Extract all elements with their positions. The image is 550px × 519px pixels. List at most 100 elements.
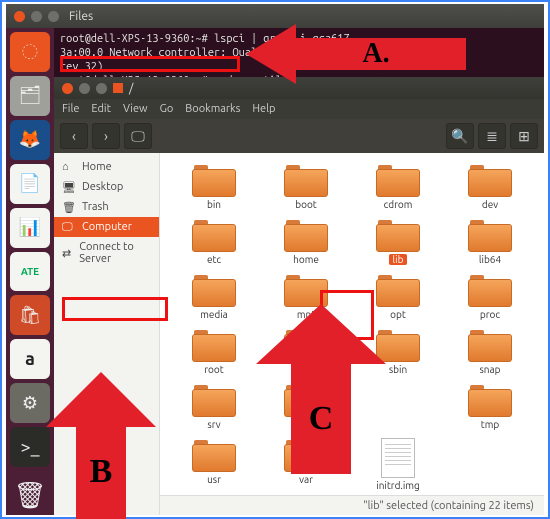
folder-opt[interactable]: opt <box>354 273 442 320</box>
maximize-icon[interactable] <box>48 11 59 22</box>
place-home[interactable]: ⌂ Home <box>54 157 159 177</box>
folder-tmp[interactable]: tmp <box>446 383 534 430</box>
place-label: Trash <box>82 201 109 213</box>
folder-icon <box>284 383 328 417</box>
window-titlebar: Files <box>6 4 544 28</box>
grid-view-button[interactable]: ⊞ <box>510 123 538 149</box>
terminal-output[interactable]: root@dell-XPS-13-9360:~# lspci | grep -i… <box>54 28 544 77</box>
place-connect-to-server[interactable]: ⇄ Connect to Server <box>54 237 159 269</box>
menu-bookmarks[interactable]: Bookmarks <box>185 103 240 115</box>
place-label: Home <box>82 161 112 173</box>
folder-media[interactable]: media <box>170 273 258 320</box>
nautilus-titlebar: / <box>54 77 544 99</box>
file-initrd.img[interactable]: initrd.img <box>354 438 442 491</box>
nautilus-max-icon[interactable] <box>96 83 107 94</box>
folder-label: boot <box>295 199 316 210</box>
folder-boot[interactable]: boot <box>262 163 350 210</box>
folder-icon <box>284 328 328 362</box>
folder-icon <box>376 328 420 362</box>
terminal-launcher-icon[interactable]: >_ <box>10 427 50 467</box>
folder-mnt[interactable]: mnt <box>262 273 350 320</box>
place-icon: ⇄ <box>62 247 73 259</box>
folder-label: var <box>299 474 313 485</box>
folder-sbin[interactable]: sbin <box>354 328 442 375</box>
nautilus-window: / File Edit View Go Bookmarks Help ‹ › 🖵… <box>54 77 544 515</box>
close-icon[interactable] <box>14 11 25 22</box>
folder-label: dev <box>482 199 498 210</box>
folder-etc[interactable]: etc <box>170 218 258 265</box>
place-desktop[interactable]: 🖥Desktop <box>54 177 159 197</box>
minimize-icon[interactable] <box>31 11 42 22</box>
back-button[interactable]: ‹ <box>60 123 88 149</box>
settings-icon[interactable]: ⚙ <box>10 383 50 423</box>
writer-icon[interactable]: 📄 <box>10 164 50 204</box>
search-button[interactable]: 🔍 <box>446 123 474 149</box>
place-label: Connect to Server <box>79 241 151 265</box>
ate-icon[interactable]: ATE <box>10 252 50 292</box>
folder-label: sys <box>299 419 313 430</box>
menu-help[interactable]: Help <box>252 103 275 115</box>
nautilus-min-icon[interactable] <box>79 83 90 94</box>
menu-edit[interactable]: Edit <box>91 103 111 115</box>
place-icon: ⌂ <box>62 161 76 173</box>
folder-home[interactable]: home <box>262 218 350 265</box>
files-launcher-icon[interactable]: 🗂 <box>10 76 50 116</box>
folder-icon <box>284 273 328 307</box>
menu-view[interactable]: View <box>123 103 148 115</box>
folder-icon <box>192 218 236 252</box>
computer-path-button[interactable]: 🖵 <box>124 123 152 149</box>
folder-label: lib <box>389 254 408 265</box>
forward-button[interactable]: › <box>92 123 120 149</box>
folder-lib64[interactable]: lib64 <box>446 218 534 265</box>
folder-label: usr <box>207 474 221 485</box>
folder-cdrom[interactable]: cdrom <box>354 163 442 210</box>
folder-label: cdrom <box>384 199 413 210</box>
folder-usr[interactable]: usr <box>170 438 258 491</box>
dash-icon[interactable]: ◌ <box>10 32 50 72</box>
folder-icon <box>468 218 512 252</box>
folder-icon <box>284 438 328 472</box>
folder-proc[interactable]: proc <box>446 273 534 320</box>
place-icon: 🖵 <box>62 221 76 233</box>
place-computer[interactable]: 🖵 Computer <box>54 217 159 237</box>
folder-label: media <box>200 309 228 320</box>
nautilus-file-pane[interactable]: bin boot cdrom dev etc home lib lib64 media mnt op… <box>160 153 544 515</box>
folder-run[interactable]: run <box>262 328 350 375</box>
nautilus-places-sidebar: ⌂ Home 🖥Desktop🗑Trash 🖵 Computer ⇄ Connect to … <box>54 153 160 515</box>
menu-go[interactable]: Go <box>160 103 174 115</box>
nautilus-toolbar: ‹ › 🖵 🔍 ≣ ⊞ <box>54 119 544 153</box>
nautilus-close-icon[interactable] <box>62 83 73 94</box>
folder-bin[interactable]: bin <box>170 163 258 210</box>
folder-sys[interactable]: sys <box>262 383 350 430</box>
folder-srv[interactable]: srv <box>170 383 258 430</box>
calc-icon[interactable]: 📊 <box>10 208 50 248</box>
folder-label: mnt <box>297 309 315 320</box>
folder-icon <box>192 438 236 472</box>
software-icon[interactable]: 🛍 <box>10 295 50 335</box>
folder-dev[interactable]: dev <box>446 163 534 210</box>
folder-label: root <box>204 364 223 375</box>
folder-icon <box>192 383 236 417</box>
nautilus-path: / <box>129 82 133 95</box>
folder-icon <box>192 273 236 307</box>
folder-icon <box>192 328 236 362</box>
unity-launcher: ◌ 🗂 🦊 📄 📊 ATE 🛍 a ⚙ >_ 🗑 <box>6 28 54 515</box>
folder-icon <box>113 83 123 93</box>
list-view-button[interactable]: ≣ <box>478 123 506 149</box>
folder-label: srv <box>207 419 220 430</box>
folder-label: bin <box>207 199 221 210</box>
folder-lib[interactable]: lib <box>354 218 442 265</box>
folder-label: etc <box>207 254 221 265</box>
folder-var[interactable]: var <box>262 438 350 491</box>
folder-snap[interactable]: snap <box>446 328 534 375</box>
place-label: Computer <box>82 221 132 233</box>
folder-icon <box>284 163 328 197</box>
file-icon <box>381 438 415 478</box>
amazon-icon[interactable]: a <box>10 339 50 379</box>
folder-root[interactable]: root <box>170 328 258 375</box>
folder-icon <box>376 218 420 252</box>
firefox-icon[interactable]: 🦊 <box>10 120 50 160</box>
place-trash[interactable]: 🗑Trash <box>54 197 159 217</box>
trash-icon[interactable]: 🗑 <box>10 475 50 515</box>
menu-file[interactable]: File <box>62 103 79 115</box>
